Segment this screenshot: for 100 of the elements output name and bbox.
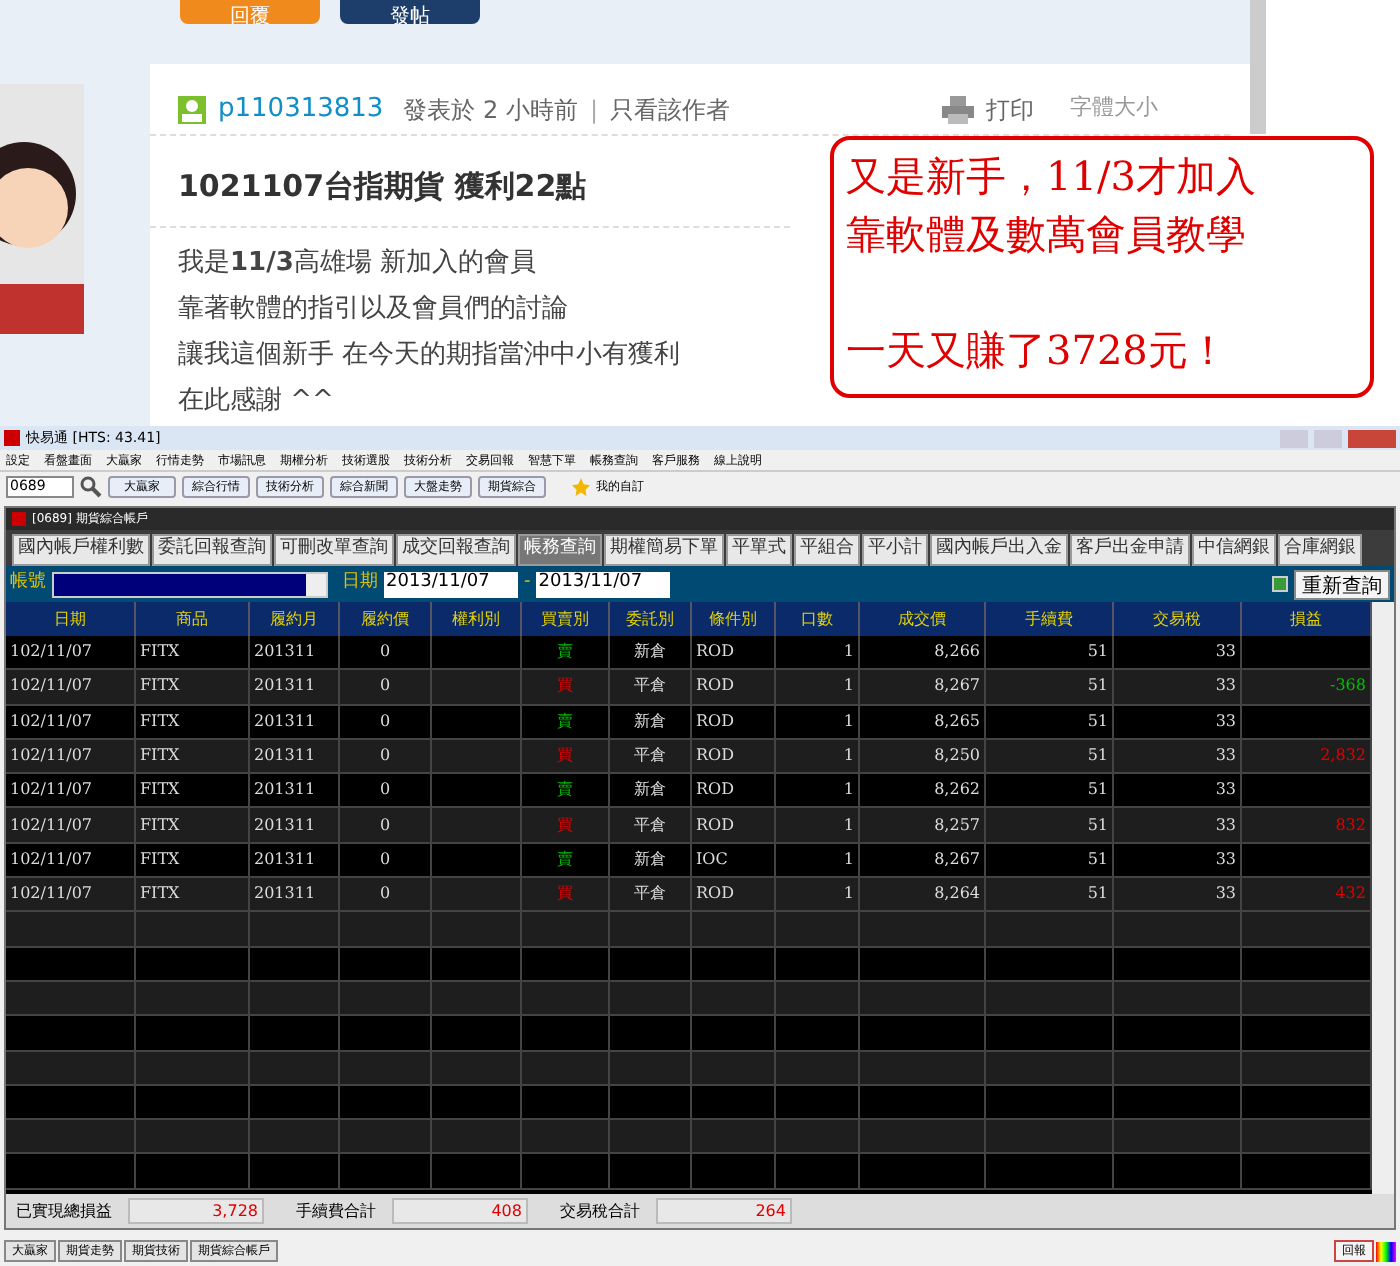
post-text: 靠著軟體的指引以及會員們的討論 [178, 291, 568, 327]
table-cell: 432 [1335, 882, 1366, 907]
table-cell: IOC [696, 847, 728, 872]
table-cell: 0 [379, 709, 391, 734]
tab[interactable]: 成交回報查詢 [396, 534, 516, 566]
author-only-link[interactable]: 只看該作者 [610, 91, 731, 127]
table-cell: FITX [140, 847, 180, 872]
table-cell: 1 [843, 847, 854, 872]
search-icon[interactable] [80, 476, 102, 498]
table-cell: FITX [140, 640, 180, 665]
table-cell: 51 [1087, 813, 1108, 838]
post-text: 讓我這個新手 在今天的期指當沖中小有獲利 [178, 337, 681, 373]
table-cell: 33 [1215, 709, 1236, 734]
table-cell: 832 [1335, 813, 1366, 838]
table-cell: 8,257 [934, 813, 980, 838]
table-cell: 51 [1087, 674, 1108, 699]
table-cell: 51 [1087, 778, 1108, 803]
table-cell: 新倉 [634, 640, 666, 665]
date-label: 日期 [342, 570, 378, 597]
table-cell: FITX [140, 813, 180, 838]
tab[interactable]: 平組合 [794, 534, 860, 566]
table-cell: 8,265 [934, 709, 980, 734]
post-time: 發表於 2 小時前 [403, 93, 578, 127]
tab[interactable]: 國內帳戶出入金 [930, 534, 1068, 566]
table-cell: 8,250 [934, 744, 980, 769]
table-cell: 102/11/07 [10, 882, 93, 907]
total-value: 408 [392, 1198, 528, 1224]
account-dropdown[interactable] [52, 571, 328, 597]
total-label: 交易稅合計 [560, 1199, 640, 1223]
table-cell: 102/11/07 [10, 813, 93, 838]
table-cell: 51 [1087, 640, 1108, 665]
tab[interactable]: 帳務查詢 [518, 534, 602, 566]
date-separator: - [524, 570, 531, 597]
maximize-button[interactable] [1314, 429, 1342, 447]
table-cell: 51 [1087, 847, 1108, 872]
new-post-button[interactable]: 發帖 [340, 0, 480, 24]
table-cell: 1 [843, 744, 854, 769]
table-cell: 買 [557, 813, 573, 838]
table-cell: 買 [557, 744, 573, 769]
star-icon [572, 478, 590, 496]
table-cell: 賣 [557, 778, 573, 803]
total-label: 已實現總損益 [16, 1199, 112, 1223]
tab[interactable]: 合庫網銀 [1278, 534, 1362, 566]
table-cell: 201311 [254, 882, 316, 907]
tab[interactable]: 國內帳戶權利數 [12, 534, 150, 566]
table-cell: 0 [379, 640, 391, 665]
table-cell: 51 [1087, 882, 1108, 907]
tab[interactable]: 平單式 [726, 534, 792, 566]
tab[interactable]: 委託回報查詢 [152, 534, 272, 566]
table-cell: 201311 [254, 674, 316, 699]
tab[interactable]: 平小計 [862, 534, 928, 566]
table-cell: 1 [843, 674, 854, 699]
table-cell: -368 [1330, 674, 1366, 699]
total-value: 3,728 [128, 1198, 264, 1224]
table-cell: 102/11/07 [10, 674, 93, 699]
callout-text: 又是新手，11/3才加入 [846, 150, 1258, 204]
table-cell: 買 [557, 674, 573, 699]
table-cell: 51 [1087, 744, 1108, 769]
table-cell: ROD [696, 813, 734, 838]
print-link[interactable]: 打印 [986, 91, 1035, 127]
table-cell: 1 [843, 778, 854, 803]
table-cell: 0 [379, 744, 391, 769]
table-cell: ROD [696, 778, 734, 803]
table-cell: 102/11/07 [10, 640, 93, 665]
table-cell: 賣 [557, 640, 573, 665]
table-cell: 201311 [254, 847, 316, 872]
table-cell: 8,264 [934, 882, 980, 907]
author-link[interactable]: p110313813 [218, 89, 384, 129]
divider-text: | [589, 93, 599, 127]
table-cell: 102/11/07 [10, 709, 93, 734]
date-from-field[interactable]: 2013/11/07 [384, 571, 518, 597]
table-cell: 201311 [254, 778, 316, 803]
table-cell: 0 [379, 778, 391, 803]
close-button[interactable] [1348, 429, 1396, 447]
table-cell: 33 [1215, 744, 1236, 769]
table-cell: 賣 [557, 709, 573, 734]
table-cell: 33 [1215, 813, 1236, 838]
tab[interactable]: 期權簡易下單 [604, 534, 724, 566]
minimize-button[interactable] [1280, 429, 1308, 447]
table-cell: 新倉 [634, 847, 666, 872]
table-cell: 買 [557, 882, 573, 907]
refresh-button[interactable]: 重新查詢 [1294, 569, 1390, 599]
table-cell: FITX [140, 882, 180, 907]
tab[interactable]: 可刪改單查詢 [274, 534, 394, 566]
table-cell: 0 [379, 674, 391, 699]
date-to-field[interactable]: 2013/11/07 [536, 571, 671, 597]
tab[interactable]: 客戶出金申請 [1070, 534, 1190, 566]
table-cell: 102/11/07 [10, 744, 93, 769]
table-cell: 平倉 [634, 813, 666, 838]
table-cell: ROD [696, 882, 734, 907]
table-cell: 2,832 [1320, 744, 1366, 769]
table-cell: ROD [696, 674, 734, 699]
export-icon[interactable] [1272, 576, 1288, 592]
table-cell: 0 [379, 847, 391, 872]
table-cell: 8,267 [934, 674, 980, 699]
tab[interactable]: 中信網銀 [1192, 534, 1276, 566]
table-cell: 1 [843, 813, 854, 838]
post-text: 我是11/3高雄場 新加入的會員 [178, 245, 537, 281]
table-cell: FITX [140, 778, 180, 803]
table-cell: ROD [696, 744, 734, 769]
